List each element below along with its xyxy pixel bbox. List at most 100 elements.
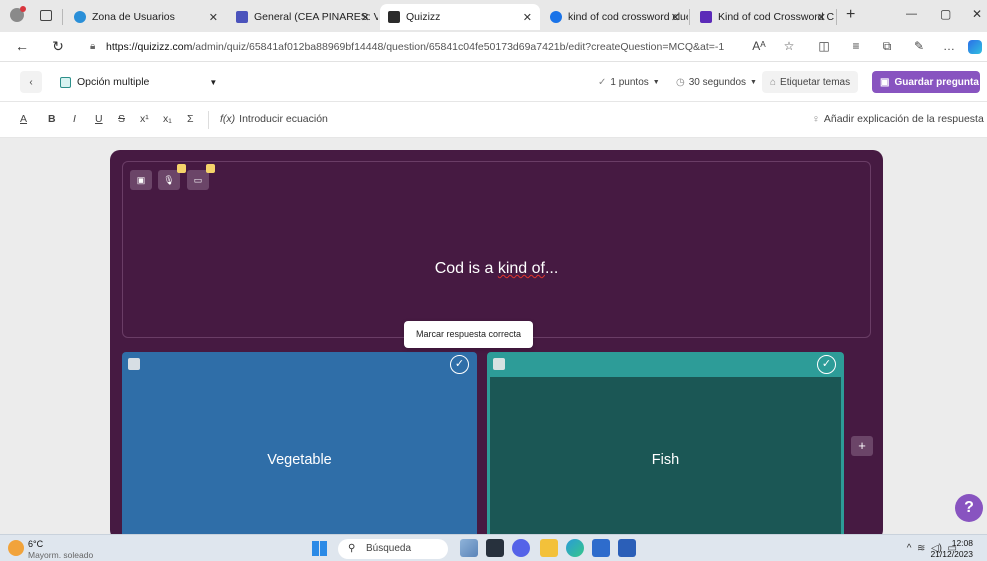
tab-label: Quizizz — [406, 11, 441, 23]
insert-image-icon[interactable]: ▣ — [130, 170, 152, 190]
widgets-app-icon[interactable] — [460, 539, 478, 557]
insert-audio-icon[interactable]: 🎙︎ — [158, 164, 186, 190]
read-aloud-icon[interactable]: Aᴬ — [750, 39, 768, 53]
save-question-button[interactable]: ▣ Guardar pregunta — [872, 71, 980, 93]
more-menu-icon[interactable]: … — [940, 39, 958, 53]
taskbar-search-label: Búsqueda — [366, 543, 412, 554]
option-text[interactable]: Fish — [490, 452, 841, 468]
add-explanation-button[interactable]: ♀ Añadir explicación de la respuesta — [812, 113, 984, 125]
file-explorer-icon[interactable] — [540, 539, 558, 557]
add-option-button[interactable]: + — [851, 436, 873, 456]
time-select[interactable]: ◷ 30 segundos ▼ — [668, 71, 765, 93]
meet-app-icon[interactable] — [512, 539, 530, 557]
superscript-button[interactable]: x¹ — [140, 113, 149, 125]
tab-zona-usuarios[interactable]: Zona de Usuarios ✕ — [66, 4, 226, 30]
favorites-list-icon[interactable]: ≡ — [847, 39, 865, 53]
text-color-button[interactable]: A — [20, 113, 27, 125]
option-image-icon[interactable] — [493, 358, 505, 370]
favorite-star-icon[interactable]: ☆ — [780, 39, 798, 53]
chevron-down-icon: ▼ — [652, 78, 660, 86]
answer-option-2[interactable]: ✓ Fish — [487, 352, 844, 542]
close-tab-icon[interactable]: ✕ — [523, 11, 532, 24]
points-select[interactable]: ✓ 1 puntos ▼ — [590, 71, 668, 93]
option-text[interactable]: Vegetable — [122, 452, 477, 468]
tag-topics-label: Etiquetar temas — [780, 76, 851, 88]
question-text: Cod is a kind of... — [434, 260, 559, 277]
equation-button[interactable]: f(x) Introducir ecuación — [220, 113, 328, 125]
back-arrow-icon[interactable]: ← — [12, 38, 32, 54]
new-tab-button[interactable]: + — [846, 6, 855, 24]
url-path: /admin/quiz/65841af012ba88969bf14448/que… — [192, 41, 725, 53]
url-field[interactable]: 🔒︎ https://quizizz.com/admin/quiz/65841a… — [82, 36, 730, 58]
question-type-select[interactable]: Opción multiple ▼ — [52, 71, 226, 93]
premium-badge — [206, 164, 215, 173]
mark-correct-check-icon[interactable]: ✓ — [450, 355, 469, 374]
strikethrough-button[interactable]: S — [118, 113, 125, 125]
check-icon: ✓ — [598, 76, 607, 88]
word-app-icon[interactable] — [618, 539, 636, 557]
italic-button[interactable]: I — [73, 113, 76, 125]
bold-button[interactable]: B — [48, 113, 56, 125]
equation-label: Introducir ecuación — [239, 113, 328, 125]
quizizz-favicon-icon — [388, 11, 400, 23]
spellcheck-word: kind of — [497, 260, 545, 277]
option-text-editor[interactable]: Fish — [490, 377, 841, 542]
workspaces-icon[interactable] — [40, 10, 52, 21]
chevron-down-icon: ▼ — [750, 78, 757, 86]
windows-start-icon[interactable] — [312, 541, 327, 556]
windows-taskbar: 6°C Mayorm. soleado ⚲ Búsqueda ^ ≋ ◁) ▭ … — [0, 534, 987, 561]
tag-topics-button[interactable]: ⌂ Etiquetar temas — [762, 71, 859, 93]
store-app-icon[interactable] — [592, 539, 610, 557]
mark-correct-check-icon[interactable]: ✓ — [817, 355, 836, 374]
split-screen-icon[interactable]: ◫ — [815, 39, 833, 53]
task-view-icon[interactable] — [486, 539, 504, 557]
extensions-icon[interactable]: ✎ — [910, 39, 928, 53]
browser-tab-strip: Zona de Usuarios ✕ General (CEA PINARES:… — [0, 0, 987, 32]
chevron-down-icon: ▼ — [209, 77, 218, 87]
answer-option-1[interactable]: ✓ Vegetable — [122, 352, 477, 542]
subscript-button[interactable]: x₁ — [163, 113, 172, 125]
tab-separator — [62, 9, 63, 25]
clock-icon: ◷ — [676, 76, 685, 88]
teams-favicon-icon — [236, 11, 248, 23]
edge-browser-icon[interactable] — [566, 539, 584, 557]
clock[interactable]: 12:08 21/12/2023 — [917, 538, 973, 560]
tab-quizizz[interactable]: Quizizz ✕ — [380, 4, 540, 30]
close-tab-icon[interactable]: ✕ — [209, 11, 218, 24]
collections-icon[interactable]: ⧉ — [878, 39, 896, 54]
lightbulb-icon: ♀ — [812, 113, 820, 125]
option-image-icon[interactable] — [128, 358, 140, 370]
close-window-button[interactable]: ✕ — [972, 7, 982, 21]
weather-temp[interactable]: 6°C — [28, 539, 43, 549]
question-input[interactable]: ▣ 🎙︎ ▭ Cod is a kind of... — [122, 161, 871, 338]
save-icon: ▣ — [880, 76, 890, 88]
refresh-icon[interactable]: ↻ — [48, 38, 68, 55]
tab-general-teams[interactable]: General (CEA PINARES: VÍDE ✕ — [228, 4, 378, 30]
tab-label: Zona de Usuarios — [92, 11, 175, 23]
lock-icon: 🔒︎ — [90, 41, 96, 52]
taskbar-search[interactable]: ⚲ Búsqueda — [338, 539, 448, 559]
help-button[interactable]: ? — [955, 494, 983, 522]
insert-video-icon[interactable]: ▭ — [187, 164, 215, 190]
restore-button[interactable]: ▢ — [940, 7, 951, 21]
add-explanation-label: Añadir explicación de la respuesta — [823, 113, 984, 125]
search-icon: ⚲ — [348, 543, 356, 554]
question-type-label: Opción multiple — [77, 76, 150, 88]
back-button[interactable]: ‹ — [20, 71, 42, 93]
weather-sun-icon[interactable] — [8, 540, 24, 556]
clock-date: 21/12/2023 — [930, 549, 973, 559]
save-label: Guardar pregunta — [894, 76, 979, 88]
close-tab-icon[interactable]: ✕ — [817, 11, 826, 24]
underline-button[interactable]: U — [95, 113, 103, 125]
w-favicon-icon — [700, 11, 712, 23]
copilot-icon[interactable] — [968, 40, 982, 54]
sigma-button[interactable]: Σ — [187, 113, 194, 125]
minimize-button[interactable]: — — [906, 8, 917, 20]
toolbar-divider — [208, 111, 209, 129]
weather-desc[interactable]: Mayorm. soleado — [28, 550, 93, 560]
close-tab-icon[interactable]: ✕ — [671, 11, 680, 24]
close-tab-icon[interactable]: ✕ — [361, 11, 370, 24]
tab-crossword-search[interactable]: kind of cod crossword clue ✕ — [542, 4, 688, 30]
tab-crossword-clue[interactable]: Kind of cod Crossword Clue ✕ — [692, 4, 834, 30]
tab-separator — [689, 9, 690, 25]
